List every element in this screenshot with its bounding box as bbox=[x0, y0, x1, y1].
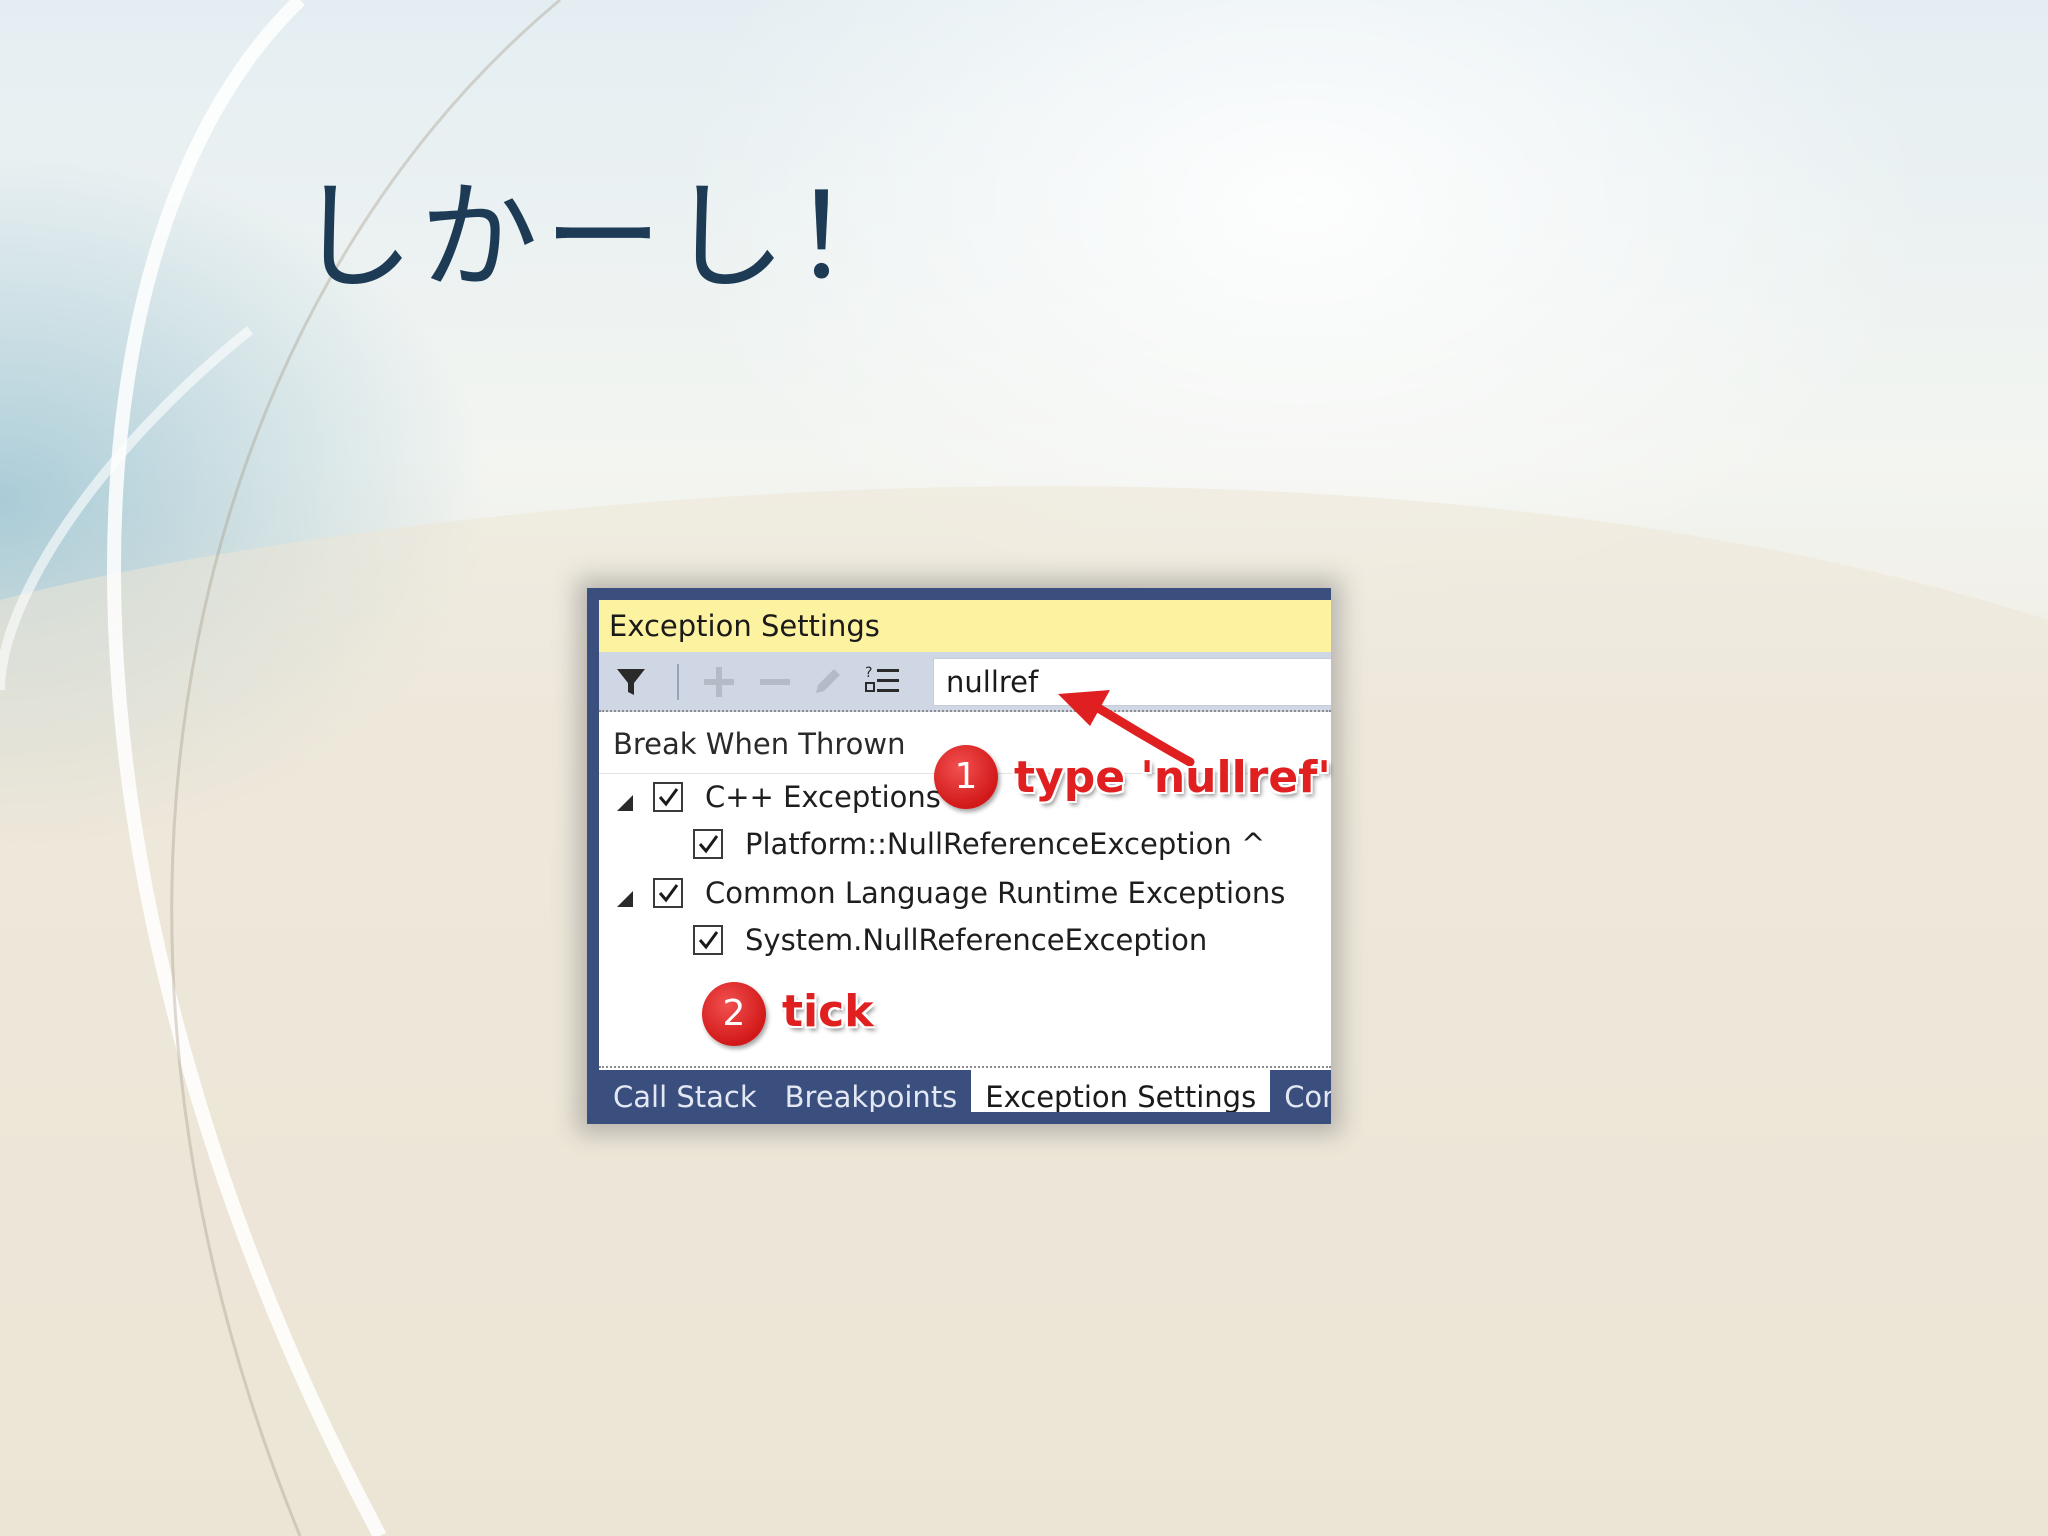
list-icon[interactable]: ? bbox=[861, 660, 905, 704]
svg-text:?: ? bbox=[865, 665, 872, 681]
divider bbox=[599, 1066, 1331, 1068]
annotation-text-1: type 'nullref' bbox=[1014, 752, 1331, 803]
annotation-text-2: tick bbox=[782, 986, 874, 1037]
tree-row-system-nullreference[interactable]: System.NullReferenceException bbox=[693, 917, 1207, 963]
annotation-badge-1: 1 bbox=[934, 745, 998, 809]
slide-title: しかーし！ bbox=[296, 168, 917, 306]
tree-row-platform-nullreference[interactable]: Platform::NullReferenceException ^ bbox=[693, 821, 1265, 867]
search-box[interactable] bbox=[933, 658, 1331, 706]
checkbox[interactable] bbox=[693, 925, 723, 955]
tree-row-cpp-exceptions[interactable]: C++ Exceptions bbox=[613, 774, 941, 820]
tree-item-label: Platform::NullReferenceException ^ bbox=[745, 827, 1266, 861]
toolbar-separator bbox=[677, 664, 679, 700]
tree-item-label: C++ Exceptions bbox=[705, 780, 941, 814]
tab-breakpoints[interactable]: Breakpoints bbox=[771, 1070, 972, 1112]
tab-command[interactable]: Com bbox=[1270, 1070, 1331, 1112]
exception-settings-window: Exception Settings ? Break When bbox=[587, 588, 1331, 1124]
tab-strip: Call Stack Breakpoints Exception Setting… bbox=[599, 1070, 1331, 1112]
remove-icon[interactable] bbox=[753, 660, 797, 704]
tree-item-label: Common Language Runtime Exceptions bbox=[705, 876, 1286, 910]
expand-arrow-icon[interactable] bbox=[613, 786, 635, 811]
toolbar: ? bbox=[599, 652, 1331, 712]
window-title: Exception Settings bbox=[599, 600, 1331, 652]
checkbox[interactable] bbox=[653, 878, 683, 908]
filter-icon[interactable] bbox=[609, 660, 653, 704]
tree-row-clr-exceptions[interactable]: Common Language Runtime Exceptions bbox=[613, 870, 1285, 916]
tab-exception-settings[interactable]: Exception Settings bbox=[971, 1070, 1271, 1112]
tree-item-label: System.NullReferenceException bbox=[745, 923, 1208, 957]
tab-call-stack[interactable]: Call Stack bbox=[599, 1070, 771, 1112]
annotation-badge-2: 2 bbox=[702, 982, 766, 1046]
edit-icon[interactable] bbox=[805, 660, 849, 704]
expand-arrow-icon[interactable] bbox=[613, 882, 635, 907]
search-input[interactable] bbox=[934, 659, 1331, 705]
add-icon[interactable] bbox=[697, 660, 741, 704]
checkbox[interactable] bbox=[693, 829, 723, 859]
checkbox[interactable] bbox=[653, 782, 683, 812]
